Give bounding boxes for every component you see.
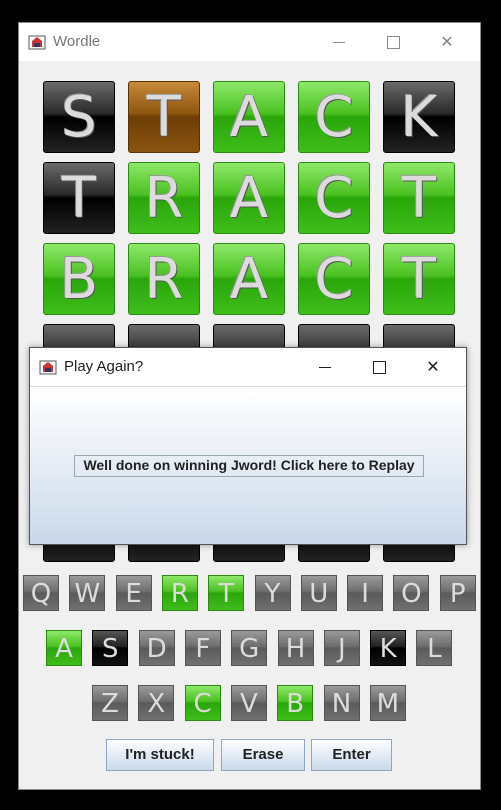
key-g[interactable]: G [231,630,268,666]
erase-button[interactable]: Erase [221,739,305,771]
key-e[interactable]: E [115,575,152,611]
board-tile: A [213,243,285,315]
key-o[interactable]: O [393,575,430,611]
board-tile: R [128,243,200,315]
key-q[interactable]: Q [23,575,59,611]
key-f[interactable]: F [184,630,221,666]
key-z[interactable]: Z [92,685,128,721]
maximize-icon[interactable] [370,23,416,61]
board-tile: B [43,243,115,315]
key-a[interactable]: A [46,630,82,666]
key-n[interactable]: N [323,685,360,721]
board-tile: C [298,81,370,153]
enter-button[interactable]: Enter [311,739,392,771]
minimize-icon[interactable] [316,23,362,61]
key-r[interactable]: R [161,575,198,611]
window-title: Wordle [53,33,101,50]
key-x[interactable]: X [138,685,175,721]
key-h[interactable]: H [277,630,314,666]
key-t[interactable]: T [208,575,245,611]
title-bar[interactable]: Wordle ✕ [19,23,480,61]
java-cup-icon [39,360,57,375]
board-tile: T [383,243,455,315]
minimize-icon[interactable] [302,348,348,386]
board-tile: T [43,162,115,234]
board-tile: A [213,162,285,234]
board-tile: C [298,162,370,234]
board-tile: C [298,243,370,315]
key-l[interactable]: L [416,630,453,666]
key-p[interactable]: P [439,575,476,611]
board-tile: S [43,81,115,153]
board-tile: A [213,81,285,153]
key-m[interactable]: M [369,685,406,721]
java-cup-icon [28,35,46,50]
key-i[interactable]: I [347,575,384,611]
close-icon[interactable]: ✕ [424,23,470,61]
key-y[interactable]: Y [254,575,291,611]
key-s[interactable]: S [92,630,129,666]
dialog-title-bar[interactable]: Play Again? ✕ [30,348,466,387]
im-stuck-button[interactable]: I'm stuck! [106,739,214,771]
key-d[interactable]: D [138,630,175,666]
board-tile: T [383,162,455,234]
replay-button[interactable]: Well done on winning Jword! Click here t… [74,455,424,477]
key-c[interactable]: C [184,685,221,721]
play-again-dialog: Play Again? ✕ Well done on winning Jword… [29,347,467,545]
maximize-icon[interactable] [356,348,402,386]
dialog-title: Play Again? [64,358,144,375]
board-tile: K [383,81,455,153]
key-j[interactable]: J [323,630,360,666]
board-tile: R [128,162,200,234]
dialog-body: Well done on winning Jword! Click here t… [30,387,466,544]
key-u[interactable]: U [300,575,337,611]
key-w[interactable]: W [69,575,106,611]
key-k[interactable]: K [370,630,407,666]
key-b[interactable]: B [277,685,314,721]
board-tile: T [128,81,200,153]
close-icon[interactable]: ✕ [410,348,456,386]
key-v[interactable]: V [230,685,267,721]
